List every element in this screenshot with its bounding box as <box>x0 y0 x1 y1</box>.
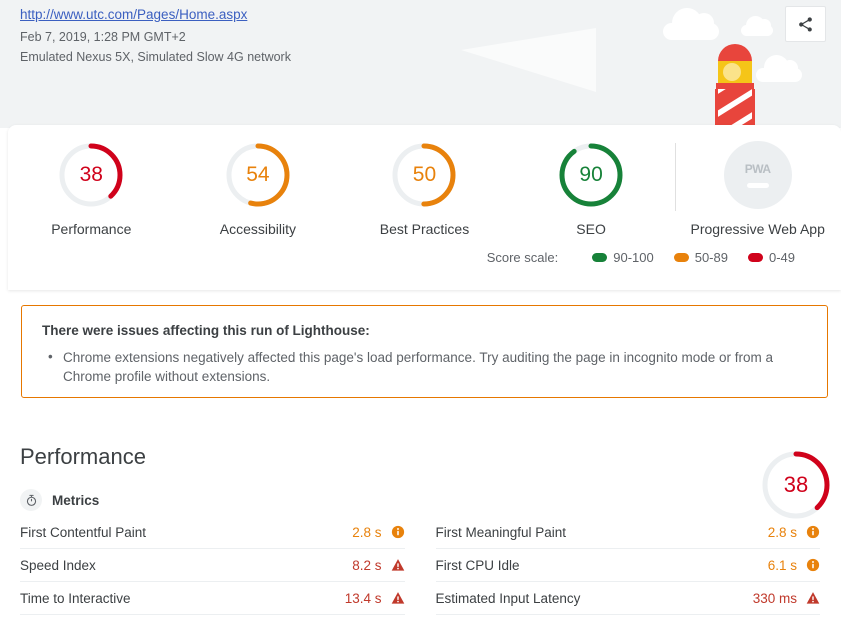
gauge-best-practices: 50 <box>390 141 458 209</box>
metric-value: 8.2 s <box>352 557 382 573</box>
metrics-heading: Metrics <box>52 492 100 508</box>
run-warnings-list: Chrome extensions negatively affected th… <box>42 347 807 386</box>
performance-section-title: Performance <box>20 444 146 469</box>
metric-row[interactable]: Time to Interactive 13.4 s <box>20 582 405 615</box>
lighthouse-dome <box>718 44 752 61</box>
share-button[interactable] <box>785 6 826 42</box>
run-warning-item: Chrome extensions negatively affected th… <box>42 347 807 386</box>
metric-name: Time to Interactive <box>20 590 131 606</box>
metric-name: First CPU Idle <box>435 557 520 573</box>
scale-pill-average <box>673 253 689 262</box>
metrics-column-right: First Meaningful Paint 2.8 s First CPU I… <box>435 516 820 615</box>
score-category-seo[interactable]: 90 SEO <box>508 141 675 237</box>
gauge-label-best-practices: Best Practices <box>379 221 470 237</box>
gauge-performance: 38 <box>57 141 125 209</box>
gauge-seo: 90 <box>557 141 625 209</box>
score-category-performance[interactable]: 38 Performance <box>8 141 175 237</box>
lighthouse-tower <box>709 44 761 128</box>
pwa-badge-icon: PWA <box>723 141 792 209</box>
score-category-accessibility[interactable]: 54 Accessibility <box>175 141 342 237</box>
gauge-label-seo: SEO <box>576 221 606 237</box>
scale-item-poor: 0-49 <box>747 250 795 265</box>
info-circle-icon <box>391 525 405 539</box>
scale-item-average: 50-89 <box>673 250 728 265</box>
gauge-label-accessibility: Accessibility <box>219 221 297 237</box>
score-scale-label: Score scale: <box>486 250 559 265</box>
gauge-label-performance: Performance <box>51 221 132 237</box>
metric-value-group: 13.4 s <box>345 591 405 606</box>
scale-range-good: 90-100 <box>613 250 654 265</box>
metrics-column-left: First Contentful Paint 2.8 s Speed Index… <box>20 516 405 615</box>
performance-section-gauge: 38 <box>760 449 832 521</box>
metric-value: 330 ms <box>752 590 797 606</box>
scale-range-poor: 0-49 <box>768 250 795 265</box>
scores-card: 38 Performance 54 Accessibility 50 Best … <box>8 125 841 290</box>
tower-body <box>715 89 755 128</box>
metric-name: First Contentful Paint <box>20 524 147 540</box>
gauge-accessibility: 54 <box>224 141 292 209</box>
metrics-header: Metrics <box>20 489 99 511</box>
report-timestamp: Feb 7, 2019, 1:28 PM GMT+2 <box>20 30 186 44</box>
audited-url-link[interactable]: http://www.utc.com/Pages/Home.aspx <box>20 6 291 24</box>
metric-row[interactable]: First Meaningful Paint 2.8 s <box>435 516 820 549</box>
metric-value: 13.4 s <box>344 590 382 606</box>
cloud-icon <box>741 16 773 36</box>
score-scale-legend: Score scale: 90-100 50-89 0-49 <box>8 250 841 265</box>
warning-triangle-icon <box>806 591 820 605</box>
metric-row[interactable]: First CPU Idle 6.1 s <box>435 549 820 582</box>
metric-row[interactable]: First Contentful Paint 2.8 s <box>20 516 405 549</box>
metric-value: 2.8 s <box>767 524 797 540</box>
report-environment: Emulated Nexus 5X, Simulated Slow 4G net… <box>20 50 291 64</box>
metric-name: Speed Index <box>20 557 96 573</box>
report-header: http://www.utc.com/Pages/Home.aspx Feb 7… <box>0 0 841 128</box>
pwa-badge-text: PWA <box>744 162 771 176</box>
gauge-value-performance: 38 <box>79 163 103 186</box>
warning-triangle-icon <box>391 558 405 572</box>
lighthouse-lamp <box>718 61 752 83</box>
metric-value: 6.1 s <box>767 557 797 573</box>
score-category-pwa[interactable]: PWA Progressive Web App <box>674 141 841 237</box>
gauge-label-pwa: Progressive Web App <box>690 221 825 237</box>
pwa-badge-dash <box>746 183 769 188</box>
scale-pill-poor <box>747 253 763 262</box>
gauge-value-accessibility: 54 <box>246 163 270 186</box>
pwa-divider <box>675 143 676 211</box>
metric-value-group: 330 ms <box>753 591 820 606</box>
scale-range-average: 50-89 <box>694 250 728 265</box>
header-text-block: http://www.utc.com/Pages/Home.aspx Feb 7… <box>20 6 291 67</box>
lighthouse-report: http://www.utc.com/Pages/Home.aspx Feb 7… <box>0 0 841 629</box>
cloud-icon <box>756 55 802 82</box>
metric-row[interactable]: Estimated Input Latency 330 ms <box>435 582 820 615</box>
cloud-icon <box>663 8 719 40</box>
gauge-value-seo: 90 <box>579 163 603 186</box>
warning-triangle-icon <box>391 591 405 605</box>
scale-pill-good <box>592 253 608 262</box>
info-circle-icon <box>806 558 820 572</box>
metric-value-group: 8.2 s <box>352 558 404 573</box>
metric-value-group: 2.8 s <box>352 525 404 540</box>
stopwatch-icon <box>20 489 42 511</box>
scale-item-good: 90-100 <box>592 250 654 265</box>
metric-value-group: 6.1 s <box>768 558 820 573</box>
score-category-best-practices[interactable]: 50 Best Practices <box>341 141 508 237</box>
gauge-value-best-practices: 50 <box>412 163 437 186</box>
light-beam <box>461 28 596 92</box>
share-icon <box>797 16 814 33</box>
metric-value: 2.8 s <box>352 524 382 540</box>
lamp-glow <box>723 63 741 81</box>
run-warnings-title: There were issues affecting this run of … <box>42 323 370 338</box>
run-warnings-box: There were issues affecting this run of … <box>21 305 828 398</box>
metrics-grid: First Contentful Paint 2.8 s Speed Index… <box>20 516 820 615</box>
info-circle-icon <box>806 525 820 539</box>
metric-row[interactable]: Speed Index 8.2 s <box>20 549 405 582</box>
metric-name: First Meaningful Paint <box>435 524 567 540</box>
score-gauges-row: 38 Performance 54 Accessibility 50 Best … <box>8 125 841 237</box>
metric-value-group: 2.8 s <box>768 525 820 540</box>
metric-name: Estimated Input Latency <box>435 590 581 606</box>
performance-gauge-value: 38 <box>783 472 809 497</box>
